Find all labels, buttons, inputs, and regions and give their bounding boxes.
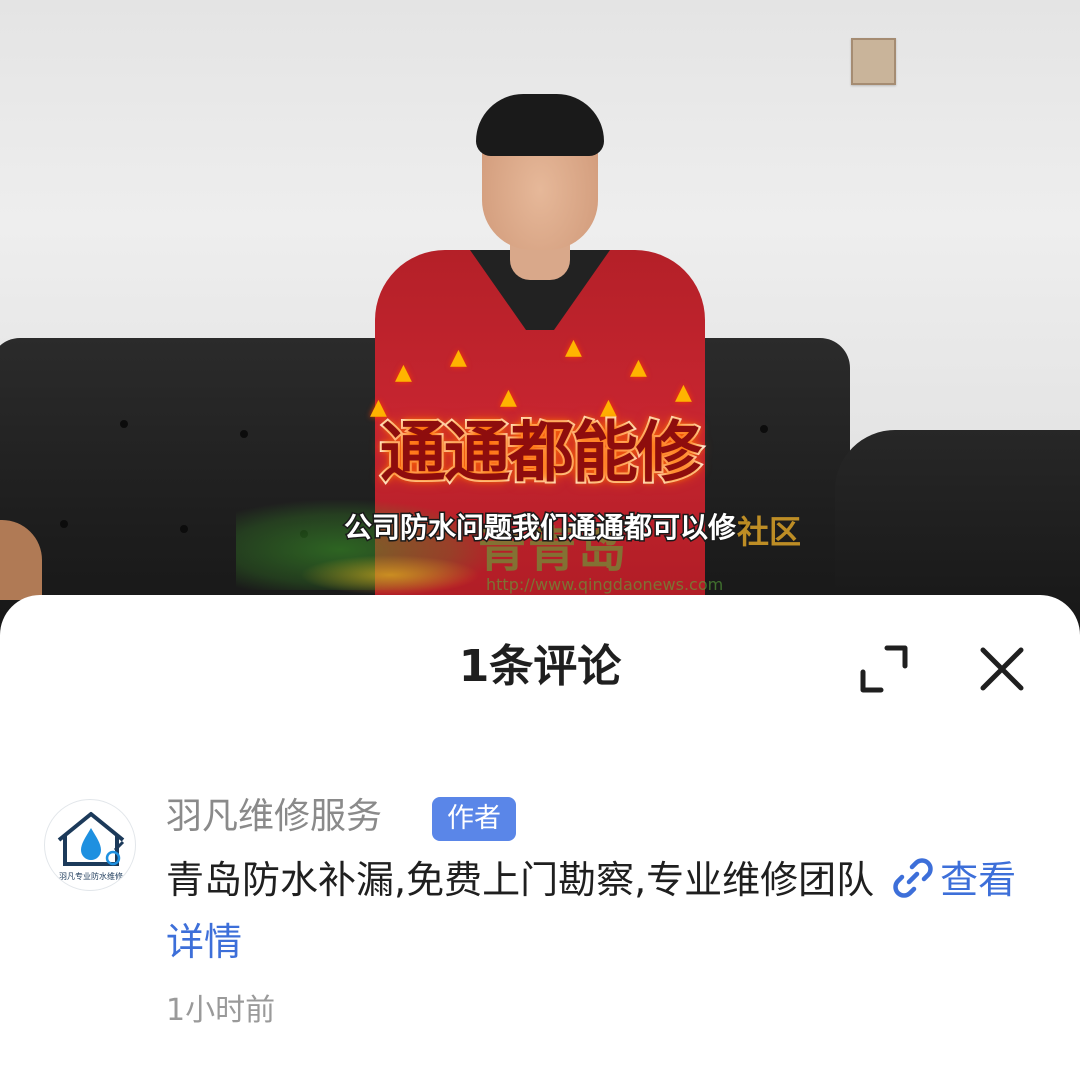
- comment-item: 羽凡专业防水维修 羽凡维修服务 作者 青岛防水补漏,免费上门勘察,专业维修团队 …: [0, 785, 1080, 1045]
- close-button[interactable]: [970, 639, 1034, 699]
- comment-timestamp: 1小时前: [166, 993, 276, 1028]
- video-player[interactable]: ▲ ▲ ▲ ▲ ▲ ▲ ▲ ▲ 通通都能修 青青岛 社区 http://www.…: [0, 0, 1080, 640]
- avatar[interactable]: 羽凡专业防水维修: [44, 799, 136, 891]
- close-icon: [980, 647, 1024, 691]
- watermark-logo-accent: [300, 555, 480, 595]
- video-subtitle: 公司防水问题我们通通都可以修: [342, 510, 737, 546]
- wall-switch-plate: [851, 38, 896, 85]
- comment-body: 青岛防水补漏,免费上门勘察,专业维修团队 查看详情: [166, 849, 1026, 973]
- expand-button[interactable]: [852, 639, 916, 699]
- avatar-caption: 羽凡专业防水维修: [59, 872, 123, 881]
- watermark-url: http://www.qingdaonews.com: [486, 575, 724, 594]
- link-icon[interactable]: [890, 855, 936, 901]
- author-badge: 作者: [432, 797, 516, 841]
- comment-username[interactable]: 羽凡维修服务: [166, 793, 382, 841]
- expand-icon: [860, 645, 908, 693]
- comment-text: 青岛防水补漏,免费上门勘察,专业维修团队: [166, 858, 875, 902]
- fire-caption: 通通都能修: [378, 411, 704, 493]
- person-hair: [476, 94, 604, 156]
- comments-sheet: 1条评论 羽凡专业防水维修 羽凡维修服务 作者 青岛防水补漏,免费上门勘察,专业…: [0, 595, 1080, 1088]
- comments-title: 1条评论: [458, 641, 622, 692]
